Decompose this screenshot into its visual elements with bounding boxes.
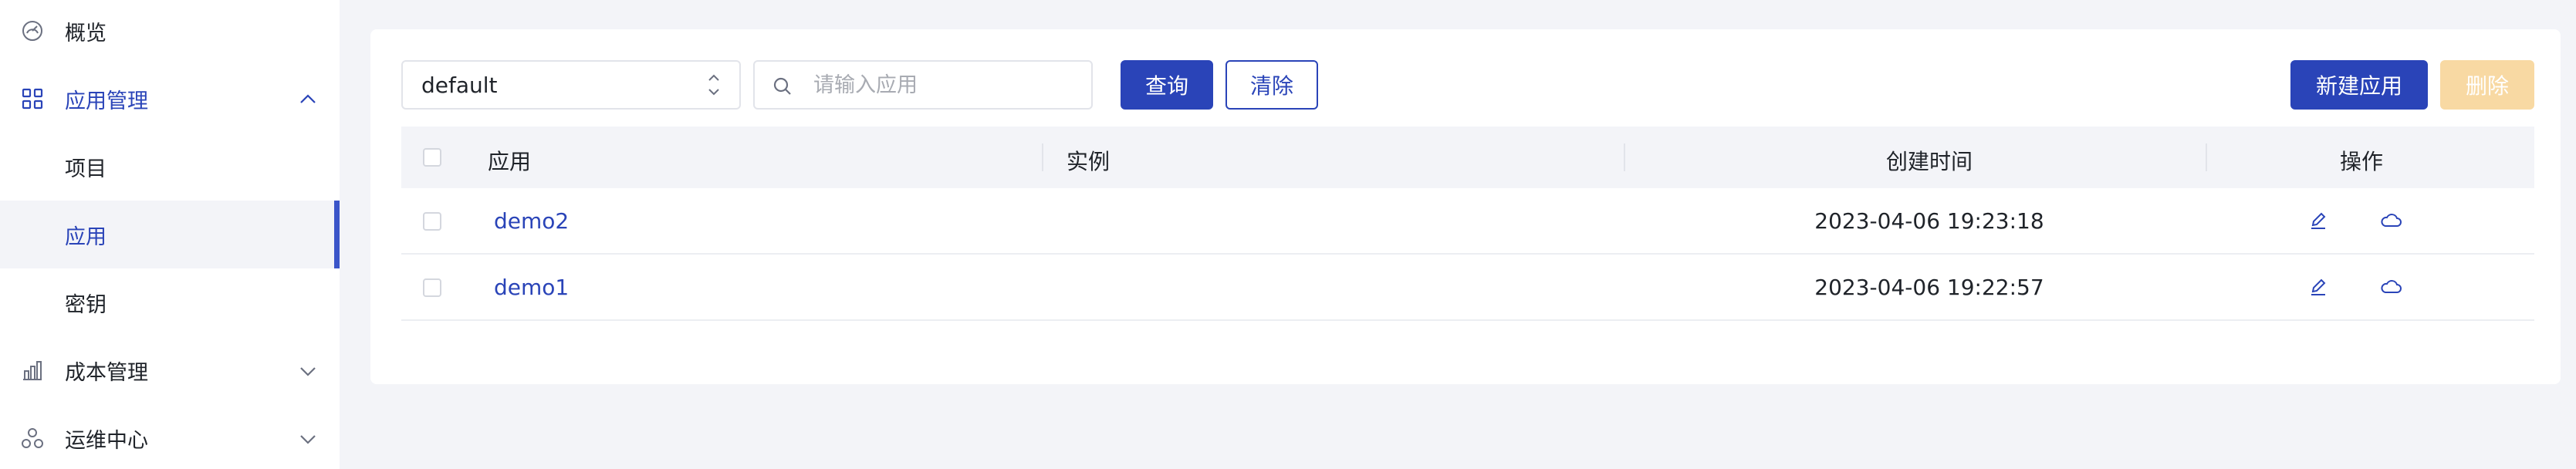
column-header-instance: 实例 xyxy=(1067,149,1111,174)
cloud-deploy-icon[interactable] xyxy=(2378,208,2403,233)
created-time-cell: 2023-04-06 19:23:18 xyxy=(1814,208,2044,234)
grid-icon xyxy=(19,85,46,113)
sidebar-group-cost-management[interactable]: 成本管理 xyxy=(0,336,340,404)
column-header-actions: 操作 xyxy=(2339,149,2383,174)
clear-button[interactable]: 清除 xyxy=(1225,60,1318,110)
select-all-checkbox[interactable] xyxy=(423,148,441,167)
cloud-deploy-icon[interactable] xyxy=(2378,275,2403,299)
app-table: 应用 实例 创建时间 操作 demo2 2023-04-06 19:23:18 xyxy=(401,127,2534,321)
app-search-input[interactable] xyxy=(813,69,1076,100)
sidebar-item-label: 成本管理 xyxy=(65,360,148,385)
chevron-up-icon xyxy=(298,89,318,110)
sidebar: 概览 应用管理 项目 应用 密钥 成本管理 运维中心 xyxy=(0,0,340,469)
sidebar-group-app-management[interactable]: 应用管理 xyxy=(0,65,340,133)
edit-icon[interactable] xyxy=(2306,208,2331,233)
chevron-down-icon xyxy=(298,429,318,449)
sidebar-item-label: 密钥 xyxy=(65,292,106,317)
sidebar-item-projects[interactable]: 项目 xyxy=(0,133,340,201)
sidebar-item-label: 运维中心 xyxy=(65,428,148,453)
query-button[interactable]: 查询 xyxy=(1121,60,1213,110)
namespace-select[interactable]: default xyxy=(401,60,741,110)
app-search-box[interactable] xyxy=(753,60,1093,110)
column-header-created-time: 创建时间 xyxy=(1885,149,1973,174)
app-name-link[interactable]: demo2 xyxy=(494,208,569,234)
column-divider xyxy=(2206,143,2207,171)
column-header-app: 应用 xyxy=(488,149,532,174)
sidebar-item-label: 项目 xyxy=(65,157,106,181)
sidebar-item-secrets[interactable]: 密钥 xyxy=(0,268,340,336)
created-time-cell: 2023-04-06 19:22:57 xyxy=(1814,275,2044,300)
sidebar-item-label: 应用管理 xyxy=(65,89,148,113)
bar-chart-icon xyxy=(19,356,46,384)
edit-icon[interactable] xyxy=(2306,275,2331,299)
row-checkbox[interactable] xyxy=(423,212,441,231)
dashboard-icon xyxy=(19,17,46,45)
table-header: 应用 实例 创建时间 操作 xyxy=(401,127,2534,188)
sidebar-item-label: 应用 xyxy=(65,224,106,249)
sidebar-item-overview[interactable]: 概览 xyxy=(0,0,340,65)
sidebar-group-ops-center[interactable]: 运维中心 xyxy=(0,404,340,469)
cluster-icon xyxy=(19,424,46,452)
sidebar-item-label: 概览 xyxy=(65,21,106,46)
select-arrows-icon xyxy=(707,71,721,99)
table-row: demo2 2023-04-06 19:23:18 xyxy=(401,188,2534,255)
sidebar-item-apps[interactable]: 应用 xyxy=(0,201,340,268)
column-divider xyxy=(1042,143,1043,171)
table-row: demo1 2023-04-06 19:22:57 xyxy=(401,255,2534,321)
search-icon xyxy=(772,76,793,97)
row-checkbox[interactable] xyxy=(423,278,441,297)
delete-button[interactable]: 删除 xyxy=(2440,60,2534,110)
chevron-down-icon xyxy=(298,361,318,381)
app-name-link[interactable]: demo1 xyxy=(494,275,569,300)
column-divider xyxy=(1624,143,1625,171)
namespace-select-value: default xyxy=(421,72,498,98)
new-app-button[interactable]: 新建应用 xyxy=(2290,60,2428,110)
app-list-card: default 查询 清除 新建应用 删除 应用 实例 创建时间 xyxy=(370,29,2561,384)
